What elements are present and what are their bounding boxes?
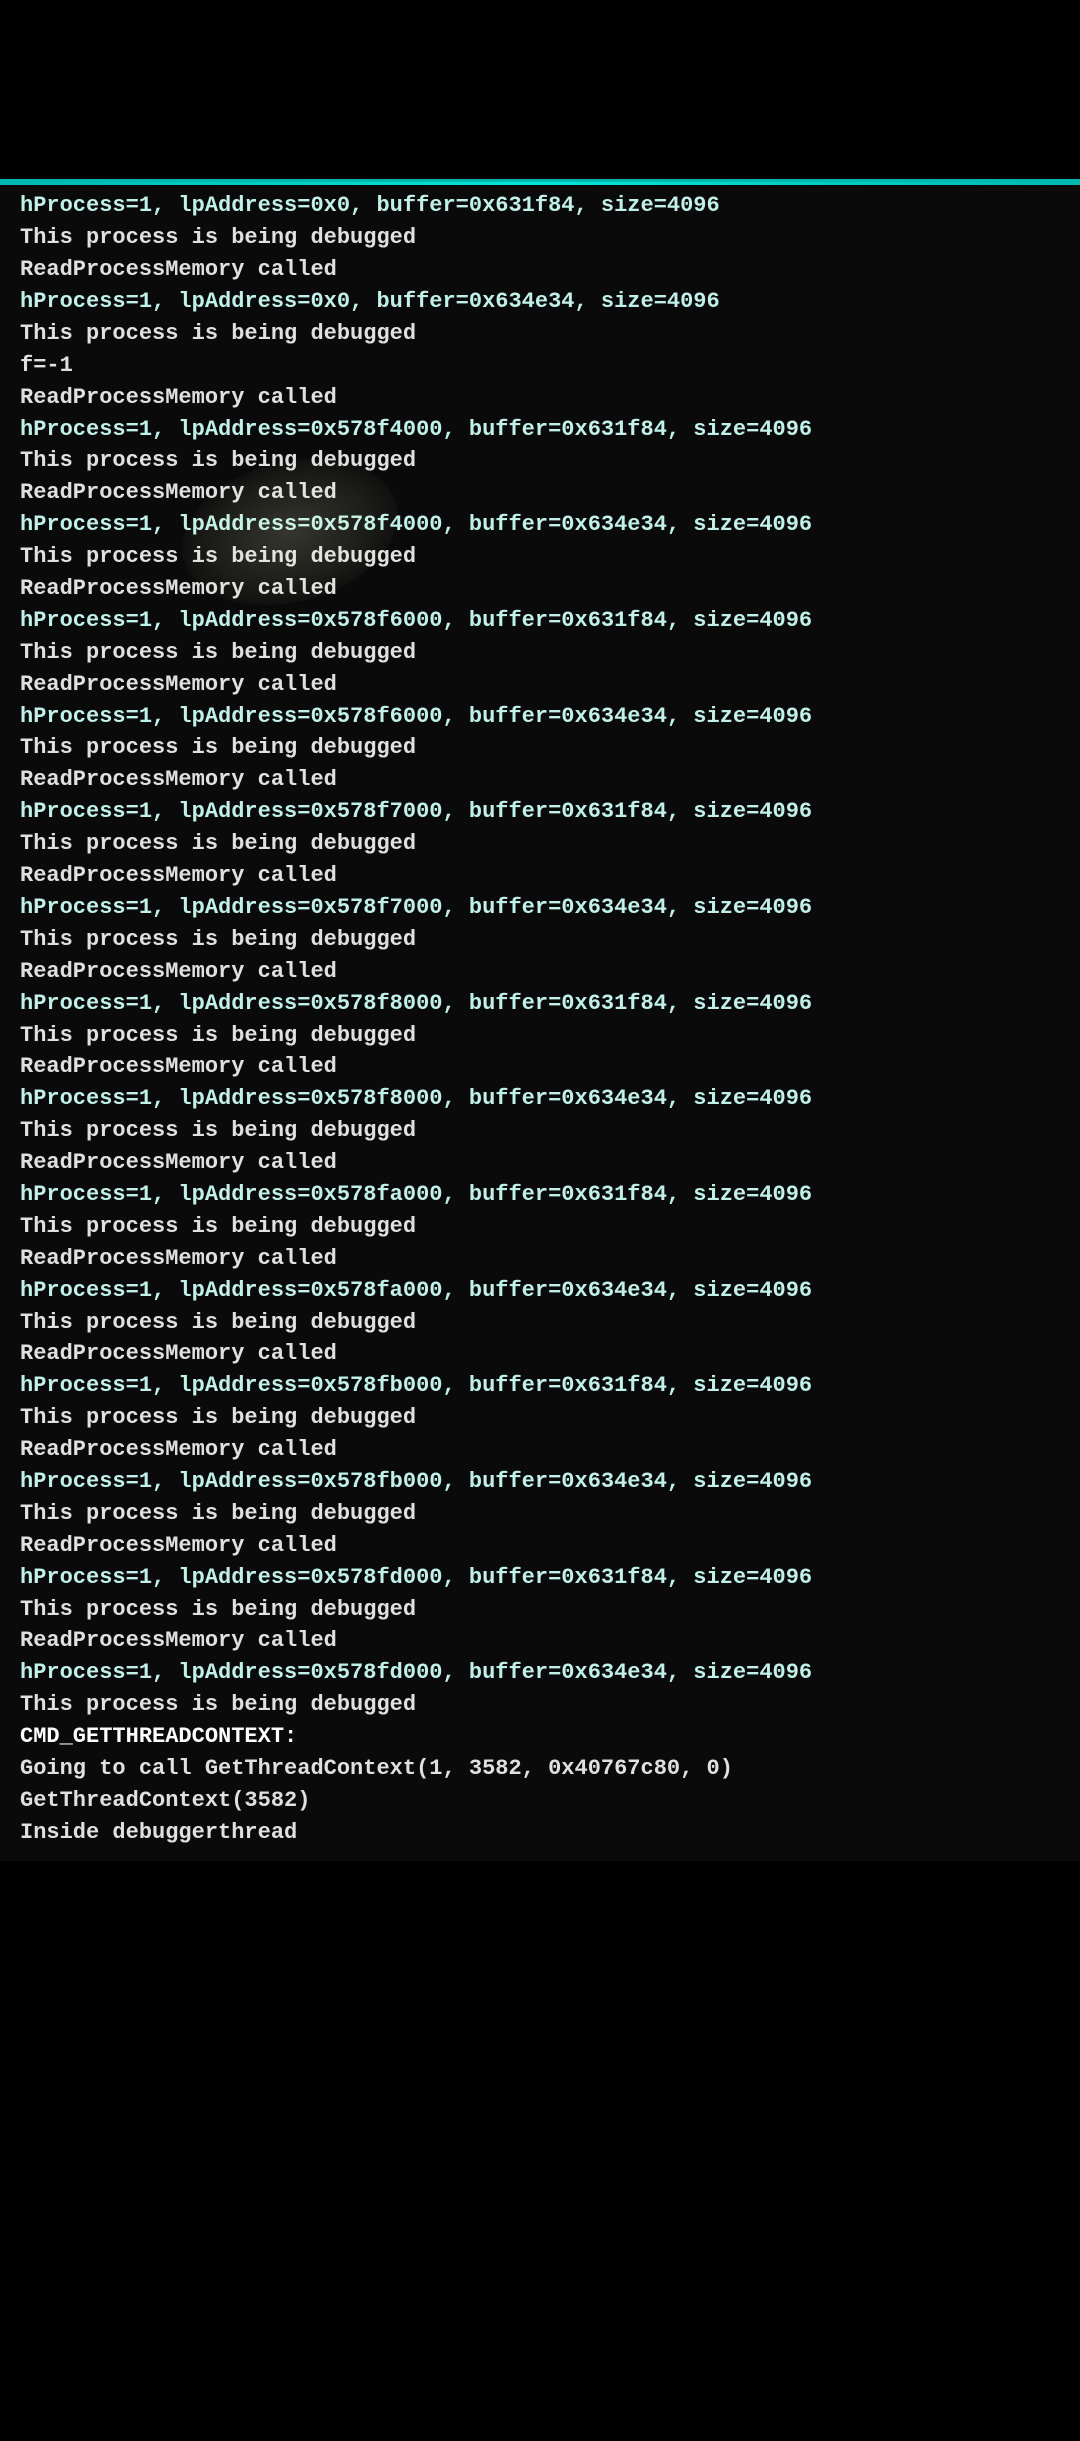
terminal-line-13: hProcess=1, lpAddress=0x578f6000, buffer…	[20, 605, 1060, 637]
terminal-line-29: This process is being debugged	[20, 1115, 1060, 1147]
terminal-line-24: ReadProcessMemory called	[20, 956, 1060, 988]
terminal-line-26: This process is being debugged	[20, 1020, 1060, 1052]
terminal-line-1: This process is being debugged	[20, 222, 1060, 254]
terminal-line-6: ReadProcessMemory called	[20, 382, 1060, 414]
terminal-line-37: hProcess=1, lpAddress=0x578fb000, buffer…	[20, 1370, 1060, 1402]
terminal-lines: hProcess=1, lpAddress=0x0, buffer=0x631f…	[20, 190, 1060, 1848]
terminal-line-25: hProcess=1, lpAddress=0x578f8000, buffer…	[20, 988, 1060, 1020]
terminal-line-44: This process is being debugged	[20, 1594, 1060, 1626]
terminal-line-7: hProcess=1, lpAddress=0x578f4000, buffer…	[20, 414, 1060, 446]
top-black-bar	[0, 0, 1080, 179]
terminal-line-46: hProcess=1, lpAddress=0x578fd000, buffer…	[20, 1657, 1060, 1689]
terminal-line-9: ReadProcessMemory called	[20, 477, 1060, 509]
terminal-line-48: CMD_GETTHREADCONTEXT:	[20, 1721, 1060, 1753]
terminal-line-51: Inside debuggerthread	[20, 1817, 1060, 1849]
terminal-output: hProcess=1, lpAddress=0x0, buffer=0x631f…	[0, 179, 1080, 1860]
terminal-line-17: This process is being debugged	[20, 732, 1060, 764]
terminal-line-15: ReadProcessMemory called	[20, 669, 1060, 701]
terminal-line-38: This process is being debugged	[20, 1402, 1060, 1434]
terminal-line-0: hProcess=1, lpAddress=0x0, buffer=0x631f…	[20, 190, 1060, 222]
terminal-line-49: Going to call GetThreadContext(1, 3582, …	[20, 1753, 1060, 1785]
terminal-line-30: ReadProcessMemory called	[20, 1147, 1060, 1179]
terminal-line-16: hProcess=1, lpAddress=0x578f6000, buffer…	[20, 701, 1060, 733]
terminal-line-2: ReadProcessMemory called	[20, 254, 1060, 286]
terminal-line-23: This process is being debugged	[20, 924, 1060, 956]
terminal-line-10: hProcess=1, lpAddress=0x578f4000, buffer…	[20, 509, 1060, 541]
terminal-line-18: ReadProcessMemory called	[20, 764, 1060, 796]
terminal-line-43: hProcess=1, lpAddress=0x578fd000, buffer…	[20, 1562, 1060, 1594]
terminal-line-36: ReadProcessMemory called	[20, 1338, 1060, 1370]
terminal-line-40: hProcess=1, lpAddress=0x578fb000, buffer…	[20, 1466, 1060, 1498]
terminal-line-50: GetThreadContext(3582)	[20, 1785, 1060, 1817]
terminal-line-34: hProcess=1, lpAddress=0x578fa000, buffer…	[20, 1275, 1060, 1307]
terminal-line-14: This process is being debugged	[20, 637, 1060, 669]
terminal-line-20: This process is being debugged	[20, 828, 1060, 860]
terminal-line-21: ReadProcessMemory called	[20, 860, 1060, 892]
terminal-line-19: hProcess=1, lpAddress=0x578f7000, buffer…	[20, 796, 1060, 828]
terminal-line-5: f=-1	[20, 350, 1060, 382]
terminal-line-22: hProcess=1, lpAddress=0x578f7000, buffer…	[20, 892, 1060, 924]
terminal-line-32: This process is being debugged	[20, 1211, 1060, 1243]
terminal-line-41: This process is being debugged	[20, 1498, 1060, 1530]
terminal-line-8: This process is being debugged	[20, 445, 1060, 477]
bottom-black-bar	[0, 1861, 1080, 2441]
terminal-line-28: hProcess=1, lpAddress=0x578f8000, buffer…	[20, 1083, 1060, 1115]
terminal-line-42: ReadProcessMemory called	[20, 1530, 1060, 1562]
terminal-line-12: ReadProcessMemory called	[20, 573, 1060, 605]
terminal-line-33: ReadProcessMemory called	[20, 1243, 1060, 1275]
terminal-line-47: This process is being debugged	[20, 1689, 1060, 1721]
terminal-line-4: This process is being debugged	[20, 318, 1060, 350]
terminal-line-3: hProcess=1, lpAddress=0x0, buffer=0x634e…	[20, 286, 1060, 318]
terminal-line-11: This process is being debugged	[20, 541, 1060, 573]
terminal-line-35: This process is being debugged	[20, 1307, 1060, 1339]
terminal-line-31: hProcess=1, lpAddress=0x578fa000, buffer…	[20, 1179, 1060, 1211]
terminal-line-27: ReadProcessMemory called	[20, 1051, 1060, 1083]
terminal-line-39: ReadProcessMemory called	[20, 1434, 1060, 1466]
terminal-line-45: ReadProcessMemory called	[20, 1625, 1060, 1657]
